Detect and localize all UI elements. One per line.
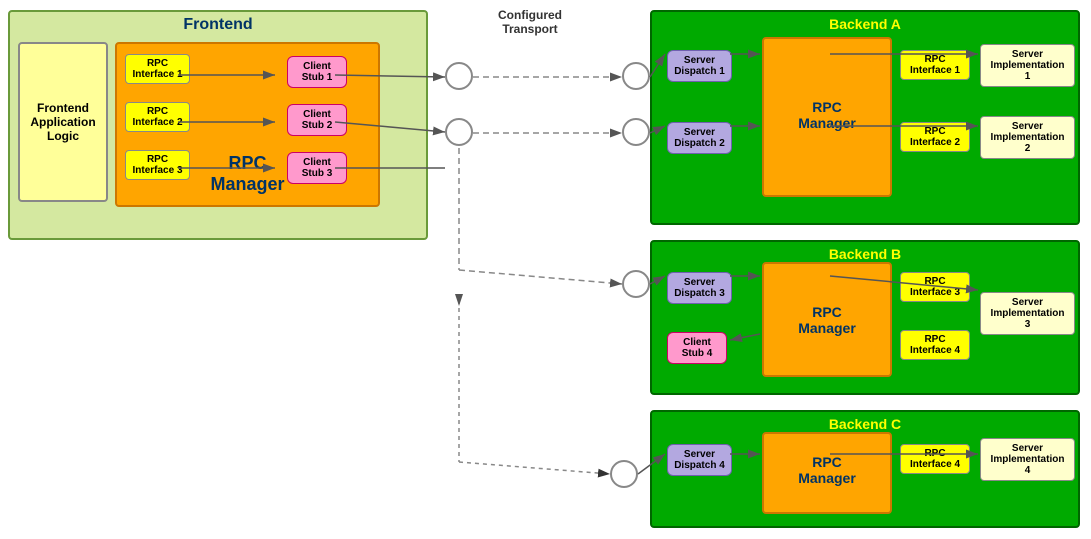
backend-a-rpc-interface-1: RPCInterface 1	[900, 50, 970, 80]
server-dispatch-3: ServerDispatch 3	[667, 272, 732, 304]
backend-c-rpc-manager: RPCManager	[762, 432, 892, 514]
backend-a-rpc-manager: RPCManager	[762, 37, 892, 197]
backend-a-box: Backend A RPCManager ServerDispatch 1 Se…	[650, 10, 1080, 225]
backend-b-rpc-manager: RPCManager	[762, 262, 892, 377]
backend-b-rpc-label: RPCManager	[764, 304, 890, 336]
server-impl-4: ServerImplementation 4	[980, 438, 1075, 481]
rpc-manager-frontend: RPCManager RPCInterface 1 RPCInterface 2…	[115, 42, 380, 207]
server-impl-2: ServerImplementation 2	[980, 116, 1075, 159]
circle-connector-1	[445, 62, 473, 90]
backend-c-box: Backend C RPCManager ServerDispatch 4 RP…	[650, 410, 1080, 528]
backend-b-box: Backend B RPCManager ServerDispatch 3 Cl…	[650, 240, 1080, 395]
circle-connector-5	[622, 270, 650, 298]
circle-connector-3	[445, 118, 473, 146]
circle-connector-4	[622, 118, 650, 146]
server-dispatch-1: ServerDispatch 1	[667, 50, 732, 82]
diagram-container: ConfiguredTransport Frontend FrontendApp…	[0, 0, 1091, 539]
backend-b-title: Backend B	[652, 242, 1078, 264]
server-impl-1: ServerImplementation 1	[980, 44, 1075, 87]
client-stub-2: ClientStub 2	[287, 104, 347, 136]
client-stub-4-backend: ClientStub 4	[667, 332, 727, 364]
rpc-interface-1: RPCInterface 1	[125, 54, 190, 84]
frontend-app-logic: FrontendApplicationLogic	[18, 42, 108, 202]
backend-a-rpc-label: RPCManager	[764, 99, 890, 131]
rpc-manager-label: RPCManager	[210, 153, 284, 195]
circle-connector-6	[610, 460, 638, 488]
backend-a-rpc-interface-2: RPCInterface 2	[900, 122, 970, 152]
backend-b-rpc-interface-3: RPCInterface 3	[900, 272, 970, 302]
server-dispatch-4: ServerDispatch 4	[667, 444, 732, 476]
server-impl-3: ServerImplementation 3	[980, 292, 1075, 335]
rpc-interface-3: RPCInterface 3	[125, 150, 190, 180]
configured-transport-label: ConfiguredTransport	[480, 8, 580, 36]
client-stub-3: ClientStub 3	[287, 152, 347, 184]
rpc-interface-2: RPCInterface 2	[125, 102, 190, 132]
server-dispatch-2: ServerDispatch 2	[667, 122, 732, 154]
client-stub-1: ClientStub 1	[287, 56, 347, 88]
backend-c-title: Backend C	[652, 412, 1078, 434]
backend-c-rpc-label: RPCManager	[764, 454, 890, 486]
frontend-box: Frontend FrontendApplicationLogic RPCMan…	[8, 10, 428, 240]
backend-c-rpc-interface-4: RPCInterface 4	[900, 444, 970, 474]
backend-a-title: Backend A	[652, 12, 1078, 34]
backend-b-rpc-interface-4: RPCInterface 4	[900, 330, 970, 360]
circle-connector-2	[622, 62, 650, 90]
frontend-title: Frontend	[183, 16, 252, 34]
